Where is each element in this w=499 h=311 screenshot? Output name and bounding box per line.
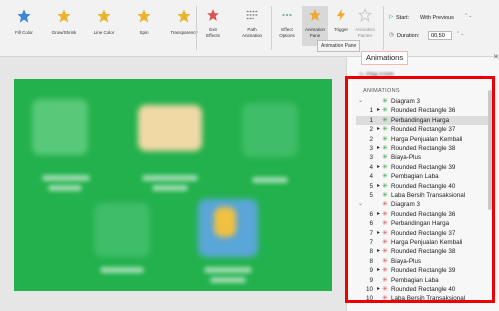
blurred-text (42, 175, 90, 181)
star-icon (57, 9, 71, 23)
effect-transparency[interactable]: Transparency (164, 4, 204, 50)
effect-options-icon (282, 13, 292, 17)
blurred-text (204, 267, 252, 273)
blurred-text (252, 177, 288, 183)
play-icon: ▷ (389, 14, 394, 20)
path-animation-label: Path Animation (241, 27, 262, 38)
effect-label: Grow/Shrink (51, 30, 77, 35)
star-icon (177, 9, 191, 23)
star-icon (97, 9, 111, 23)
animations-ribbon: Fill Color Grow/Shrink Line Color Spin T… (0, 0, 499, 57)
effect-label: Line Color (93, 30, 115, 35)
animation-painter-button[interactable]: Animation Painter (352, 8, 378, 39)
trigger-label: Trigger (333, 27, 349, 32)
star-icon (137, 9, 151, 23)
star-outline-icon (358, 8, 372, 22)
duration-label: Duration: (397, 33, 420, 39)
close-icon[interactable]: ✕ (493, 53, 499, 61)
path-lines-icon (246, 10, 258, 20)
effect-options-label: Effect Options (279, 27, 295, 38)
effect-fill-color[interactable]: Fill Color (4, 4, 44, 50)
blurred-text (152, 185, 188, 191)
animation-pane-label: Animation Pane (304, 27, 325, 38)
star-icon (17, 9, 31, 23)
duration-input[interactable]: 00,50 (428, 31, 452, 40)
effect-label: Spin (139, 30, 149, 35)
effect-label: Fill Color (15, 30, 33, 35)
highlight-rectangle (345, 76, 495, 303)
exit-effects-label: Exit Effects (206, 27, 220, 38)
blurred-text (48, 185, 82, 191)
blurred-text (100, 267, 144, 273)
clock-icon: ◷ (389, 32, 394, 38)
path-animation-button[interactable]: Path Animation (237, 8, 267, 39)
blurred-graphic (138, 105, 202, 151)
start-label: Start: (396, 15, 410, 21)
effect-label: Transparency (170, 30, 198, 35)
chevron-updown-icon: ⌃⌄ (464, 13, 473, 19)
effect-line-color[interactable]: Line Color (84, 4, 124, 50)
exit-star-icon (207, 9, 219, 21)
effect-options-button[interactable]: Effect Options (274, 8, 300, 39)
blurred-graphic (242, 103, 298, 157)
lightning-icon (336, 9, 346, 21)
ribbon-divider (196, 6, 197, 50)
start-select[interactable]: With Previous (420, 15, 454, 21)
effect-spin[interactable]: Spin (124, 4, 164, 50)
blurred-text (210, 277, 246, 283)
animation-painter-label: Animation Painter (354, 27, 375, 38)
stepper-icon[interactable]: ⌃⌄ (456, 31, 464, 37)
blurred-graphic (214, 207, 236, 237)
ribbon-divider (383, 6, 384, 50)
animation-pane-title: Animations (361, 51, 409, 65)
blurred-graphic (94, 203, 150, 257)
trigger-button[interactable]: Trigger (330, 8, 352, 33)
exit-effects-button[interactable]: Exit Effects (200, 8, 226, 39)
blurred-graphic (32, 99, 88, 155)
slide-preview[interactable] (14, 79, 332, 291)
effect-grow-shrink[interactable]: Grow/Shrink (44, 4, 84, 50)
blurred-text (142, 175, 198, 181)
ribbon-divider (271, 6, 272, 50)
animation-pane-tooltip: Animation Pane (317, 40, 361, 52)
animation-pane-icon (309, 9, 321, 21)
